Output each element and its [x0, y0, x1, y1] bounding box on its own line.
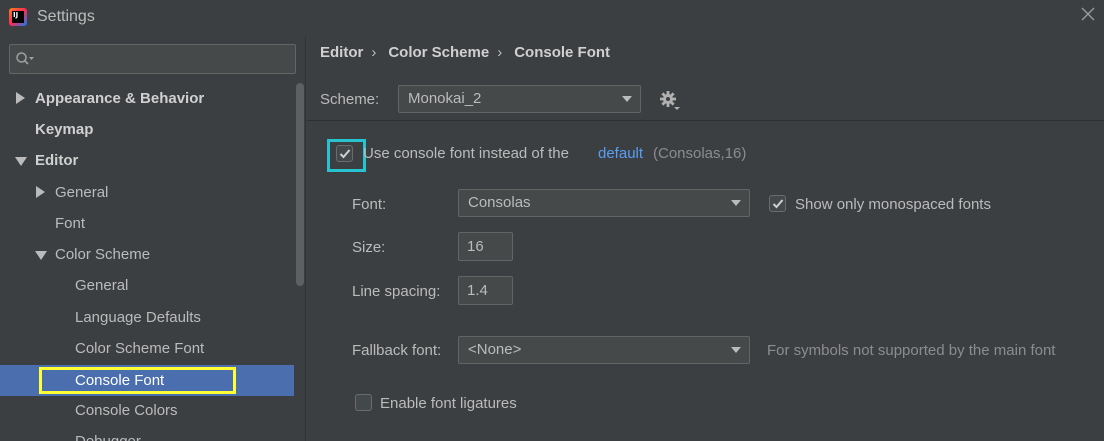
search-icon: [16, 52, 34, 65]
size-label: Size:: [352, 239, 386, 256]
font-select[interactable]: Consolas: [458, 189, 750, 217]
use-console-font-checkbox[interactable]: [336, 145, 353, 162]
breadcrumb-separator: ›: [371, 44, 377, 61]
scheme-select[interactable]: Monokai_2: [398, 85, 641, 113]
tree-item-label: General: [55, 184, 109, 201]
enable-ligatures-label: Enable font ligatures: [380, 395, 517, 412]
tree-item-appearance-behavior[interactable]: Appearance & Behavior: [0, 83, 305, 114]
default-font-detail: (Consolas,16): [653, 145, 747, 162]
tree-item-label: Font: [55, 215, 86, 232]
intellij-logo-icon: IJ: [9, 8, 27, 26]
tree-item-console-font[interactable]: Console Font: [0, 365, 305, 396]
font-value: Consolas: [468, 194, 531, 211]
line-spacing-label: Line spacing:: [352, 283, 441, 300]
chevron-down-icon: [731, 200, 741, 206]
tree-item-label: Keymap: [35, 121, 94, 138]
window-title: Settings: [37, 8, 95, 25]
use-console-font-label: Use console font instead of the: [363, 145, 569, 162]
collapse-arrow-icon[interactable]: [35, 251, 47, 260]
tree-item-label: Console Font: [75, 372, 165, 389]
tree-item-label: Language Defaults: [75, 309, 201, 326]
scheme-value: Monokai_2: [408, 90, 482, 107]
search-input[interactable]: [38, 49, 288, 69]
title-bar: IJ Settings: [0, 0, 1104, 36]
breadcrumb-editor: Editor: [320, 44, 364, 61]
tree-item-label: Color Scheme Font: [75, 340, 205, 357]
expand-arrow-icon[interactable]: [16, 92, 25, 104]
expand-arrow-icon[interactable]: [36, 186, 45, 198]
scheme-label: Scheme:: [320, 91, 380, 108]
show-monospaced-checkbox[interactable]: [769, 195, 786, 212]
tree-item-cs-general[interactable]: General: [0, 270, 305, 301]
tree-item-label: General: [75, 277, 129, 294]
tree-item-editor[interactable]: Editor: [0, 145, 305, 176]
tree-item-debugger[interactable]: Debugger: [0, 426, 305, 441]
fallback-font-select[interactable]: <None>: [458, 336, 750, 364]
divider: [307, 120, 1104, 121]
checkmark-icon: [772, 199, 784, 209]
gear-icon[interactable]: [659, 89, 681, 111]
tree-item-font[interactable]: Font: [0, 208, 305, 239]
tree-item-label: Debugger: [75, 426, 141, 441]
chevron-down-icon: [622, 96, 632, 102]
line-spacing-input[interactable]: 1.4: [458, 276, 513, 305]
breadcrumb-console-font: Console Font: [514, 44, 611, 61]
tree-item-color-scheme-font[interactable]: Color Scheme Font: [0, 333, 305, 364]
enable-ligatures-checkbox[interactable]: [355, 394, 372, 411]
fallback-font-label: Fallback font:: [352, 342, 442, 359]
tree-item-general[interactable]: General: [0, 177, 305, 208]
settings-content: Editor › Color Scheme › Console Font Scheme:…: [307, 36, 1104, 441]
tree-item-color-scheme[interactable]: Color Scheme: [0, 239, 305, 270]
fallback-font-hint: For symbols not supported by the main fo…: [767, 342, 1056, 359]
sidebar-scrollbar-thumb[interactable]: [296, 83, 304, 286]
default-font-link[interactable]: default: [598, 145, 643, 162]
checkmark-icon: [339, 149, 351, 159]
logo-text: IJ: [13, 11, 19, 19]
search-box[interactable]: [9, 44, 296, 74]
chevron-down-icon: [731, 347, 741, 353]
breadcrumb-separator: ›: [497, 44, 503, 61]
tree-item-language-defaults[interactable]: Language Defaults: [0, 302, 305, 333]
tree-item-label: Color Scheme: [55, 246, 151, 263]
fallback-font-value: <None>: [468, 341, 522, 358]
breadcrumb: Editor › Color Scheme › Console Font: [320, 44, 618, 66]
tree-item-keymap[interactable]: Keymap: [0, 114, 305, 145]
tree-item-label: Console Colors: [75, 402, 178, 419]
close-icon[interactable]: [1080, 6, 1096, 22]
tree-item-label: Appearance & Behavior: [35, 90, 205, 107]
tree-item-console-colors[interactable]: Console Colors: [0, 395, 305, 426]
tree-item-label: Editor: [35, 152, 79, 169]
show-monospaced-label: Show only monospaced fonts: [795, 196, 991, 213]
breadcrumb-color-scheme: Color Scheme: [388, 44, 490, 61]
size-input[interactable]: 16: [458, 232, 513, 261]
collapse-arrow-icon[interactable]: [15, 157, 27, 166]
font-label: Font:: [352, 196, 387, 213]
settings-sidebar: Appearance & Behavior Keymap Editor Gene…: [0, 36, 306, 441]
